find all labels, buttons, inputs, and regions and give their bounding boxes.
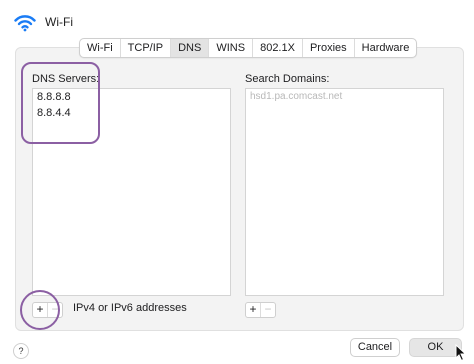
add-dns-server-button[interactable]: + [33,303,47,317]
dns-server-entry[interactable]: 8.8.8.8 [37,89,71,105]
settings-panel: DNS Servers: 8.8.8.8 8.8.4.4 + − IPv4 or… [15,47,464,331]
search-domains-list[interactable]: hsd1.pa.comcast.net [245,88,444,296]
remove-search-domain-button[interactable]: − [260,303,275,317]
help-button[interactable]: ? [13,343,29,359]
dns-servers-label: DNS Servers: [32,73,100,85]
remove-dns-server-button[interactable]: − [47,303,62,317]
tab-dns[interactable]: DNS [171,39,210,57]
search-domains-label: Search Domains: [245,73,330,85]
tab-bar: Wi-Fi TCP/IP DNS WINS 802.1X Proxies Har… [79,38,418,58]
dns-hint-text: IPv4 or IPv6 addresses [73,302,187,314]
add-search-domain-button[interactable]: + [246,303,260,317]
dns-servers-list[interactable]: 8.8.8.8 8.8.4.4 [32,88,231,296]
search-domains-placeholder: hsd1.pa.comcast.net [250,91,343,102]
tab-proxies[interactable]: Proxies [303,39,355,57]
dns-server-entry[interactable]: 8.8.4.4 [37,105,71,121]
mouse-pointer-icon [455,344,467,362]
dns-add-remove-buttons: + − [32,302,63,318]
tab-wins[interactable]: WINS [209,39,254,57]
cancel-button[interactable]: Cancel [350,338,400,357]
tab-hardware[interactable]: Hardware [355,39,417,57]
tab-wifi[interactable]: Wi-Fi [80,39,121,57]
search-domains-add-remove-buttons: + − [245,302,276,318]
window-title: Wi-Fi [45,15,73,29]
tab-8021x[interactable]: 802.1X [253,39,303,57]
tab-tcpip[interactable]: TCP/IP [121,39,172,57]
window-header: Wi-Fi [0,0,474,40]
wifi-icon [14,15,36,32]
